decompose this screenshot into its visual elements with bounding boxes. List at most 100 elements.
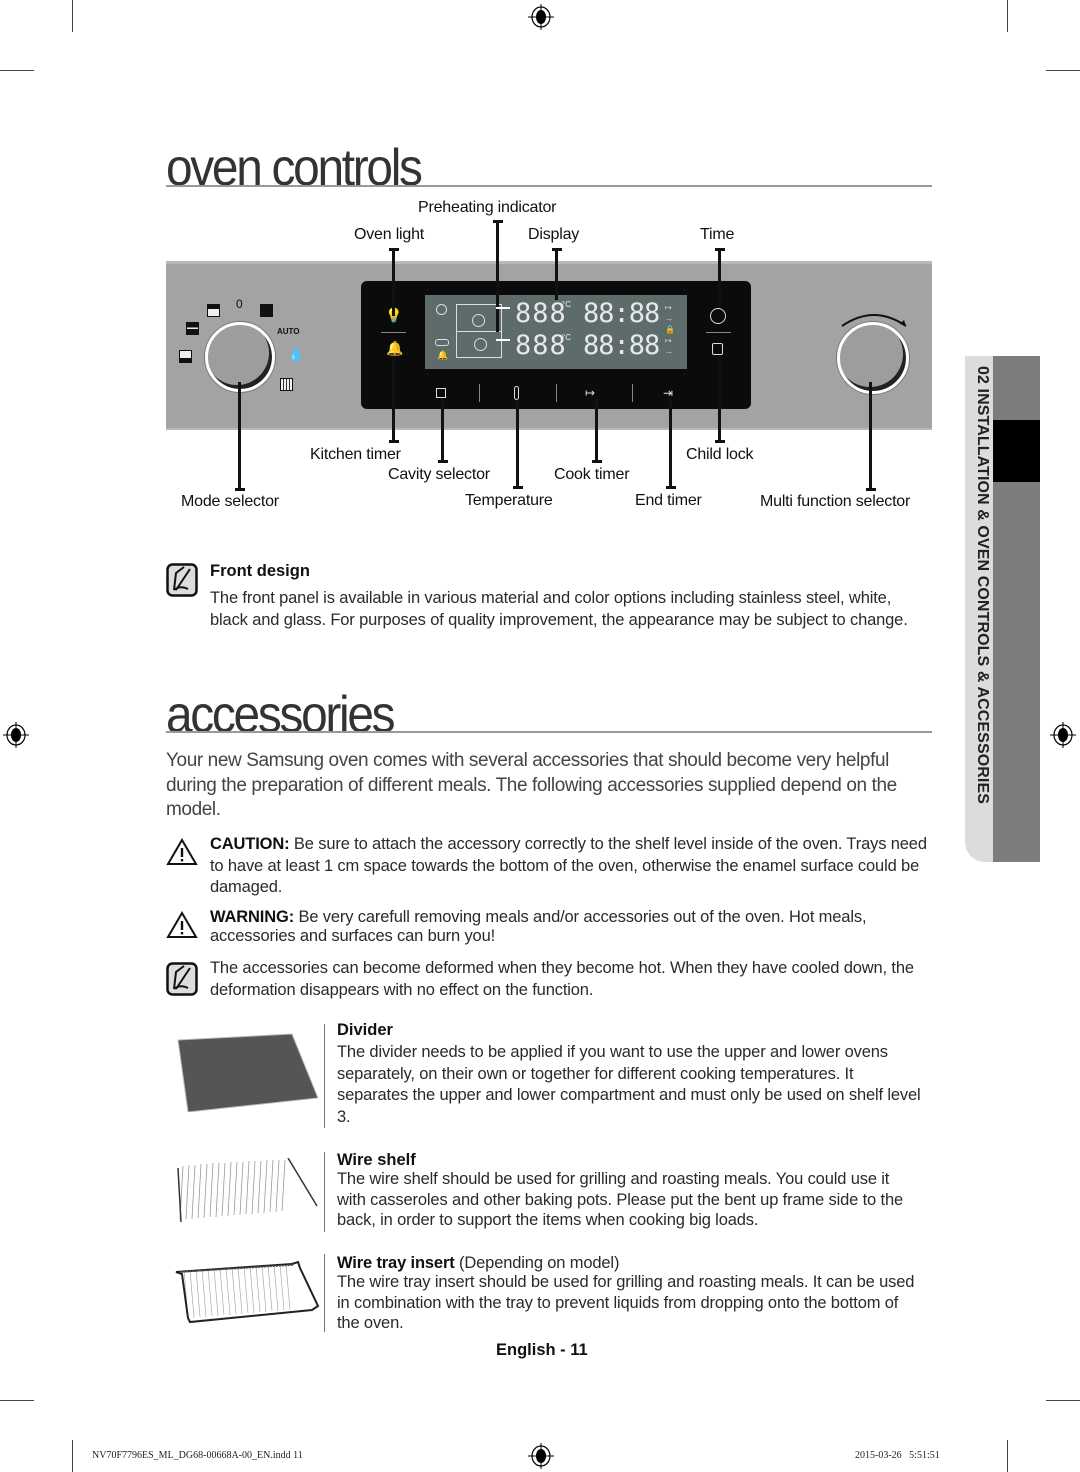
mode-top-heat-icon [207, 304, 220, 317]
leader-cap [715, 440, 725, 443]
deformation-note: The accessories can become deformed when… [210, 959, 914, 999]
leader-display [555, 248, 558, 300]
leader-cap [389, 248, 399, 251]
leader-end-timer [669, 398, 672, 488]
leader-cap [389, 440, 399, 443]
multi-function-selector-knob[interactable] [837, 322, 909, 394]
fan-upper-icon [472, 314, 485, 327]
bell-indicator-icon: 🔔 [437, 350, 449, 360]
leader-cap [493, 220, 503, 223]
warning-text: WARNING: Be very carefull removing meals… [210, 908, 932, 946]
timer-indicators: ↦ → 🔒 ↦ → [665, 303, 675, 356]
cavity-selector-button[interactable] [436, 388, 446, 398]
leader-cap [866, 488, 876, 491]
leader-kitchen-timer [392, 356, 395, 442]
section-title-accessories: accessories [166, 686, 396, 744]
leader-temperature [516, 400, 519, 488]
leader-time [718, 248, 721, 308]
accessory-name: Divider [337, 1021, 393, 1039]
leader-cook-timer [595, 398, 598, 462]
divider-line [706, 332, 731, 333]
callout-time: Time [700, 226, 735, 243]
upper-temp-digits: 888 [515, 298, 567, 329]
registration-mark-icon [1050, 722, 1076, 748]
leader-preheating-branch-lower [496, 339, 510, 341]
callout-cavity-selector: Cavity selector [388, 466, 490, 483]
key-separator [556, 384, 557, 402]
crop-mark [0, 1400, 34, 1401]
accessory-description: The wire tray insert should be used for … [337, 1273, 915, 1332]
side-tab-label: 02 INSTALLATION & OVEN CONTROLS & ACCESS… [974, 366, 991, 805]
time-button[interactable] [710, 308, 726, 324]
leader-cap [666, 486, 676, 489]
registration-mark-icon [3, 722, 29, 748]
crop-mark [0, 70, 34, 71]
lower-temp-digits: 888 [515, 330, 567, 361]
leader-child-lock [718, 356, 721, 442]
caution-triangle-icon [166, 838, 198, 865]
callout-display: Display [528, 226, 580, 243]
callout-mode-selector: Mode selector [181, 493, 279, 510]
leader-cap [715, 248, 725, 251]
child-lock-button[interactable] [712, 343, 723, 355]
crop-mark [72, 0, 73, 32]
mode-full-heat-icon [260, 304, 273, 317]
leader-cap [235, 488, 245, 491]
accessory-name: Wire tray insert [337, 1254, 455, 1272]
side-tab-active-marker [993, 420, 1040, 482]
caution-body: Be sure to attach the accessory correctl… [210, 835, 927, 896]
divider-image [177, 1033, 319, 1112]
mode-off-label: 0 [236, 297, 243, 311]
front-design-heading: Front design [210, 562, 310, 580]
callout-temperature: Temperature [465, 492, 553, 509]
page-number: English - 11 [496, 1341, 588, 1359]
registration-mark-icon [528, 4, 554, 30]
title-rule [166, 731, 932, 733]
leader-cap [592, 460, 602, 463]
clock-indicator-icon [436, 304, 447, 315]
key-lock-indicator-icon [435, 339, 449, 346]
leader-cavity-selector [441, 398, 444, 462]
leader-cap [513, 486, 523, 489]
lower-time-digits: 88:88 [583, 330, 660, 361]
accessories-intro: Your new Samsung oven comes with several… [166, 750, 897, 820]
key-separator [479, 384, 480, 402]
leader-cap [438, 460, 448, 463]
caution-label: CAUTION: [210, 835, 290, 853]
leader-preheating-branch-upper [496, 307, 510, 309]
upper-time-digits: 88:88 [583, 298, 660, 329]
mode-top-bottom-icon [186, 322, 199, 335]
leader-preheating [496, 220, 499, 332]
wire-shelf-image [177, 1158, 318, 1223]
mode-grid-icon [280, 378, 293, 391]
callout-kitchen-timer: Kitchen timer [310, 446, 401, 463]
leader-mode-selector [238, 382, 241, 490]
cook-timer-button[interactable]: ↦ [585, 386, 595, 400]
lower-temp-unit: °C [562, 333, 571, 342]
accessory-name: Wire shelf [337, 1151, 416, 1169]
warning-label: WARNING: [210, 908, 295, 926]
caution-text: CAUTION: Be sure to attach the accessory… [210, 834, 932, 899]
note-icon [166, 962, 198, 996]
crop-mark [72, 1440, 73, 1472]
temperature-button[interactable] [514, 386, 519, 400]
upper-temp-unit: °C [562, 300, 571, 309]
title-rule [166, 185, 932, 187]
footer-timestamp: 2015-03-26 5:51:51 [855, 1450, 940, 1461]
warning-body: Be very carefull removing meals and/or a… [210, 908, 867, 945]
chapter-side-tab[interactable]: 02 INSTALLATION & OVEN CONTROLS & ACCESS… [965, 356, 1040, 862]
accessory-description: The divider needs to be applied if you w… [337, 1043, 921, 1126]
mode-bottom-heat-icon [179, 350, 192, 363]
callout-preheating-indicator: Preheating indicator [418, 199, 557, 216]
accessory-description: The wire shelf should be used for grilli… [337, 1170, 904, 1229]
callout-child-lock: Child lock [686, 446, 754, 463]
callout-oven-light: Oven light [354, 226, 425, 243]
warning-triangle-icon [166, 911, 198, 938]
item-divider-bar [324, 1152, 325, 1232]
crop-mark [1007, 1440, 1008, 1472]
divider-line [381, 332, 406, 333]
item-divider-bar [324, 1254, 325, 1332]
mode-auto-label: AUTO [277, 327, 300, 336]
steam-drop-icon: 💧 [287, 346, 305, 362]
leader-oven-light [392, 248, 395, 316]
